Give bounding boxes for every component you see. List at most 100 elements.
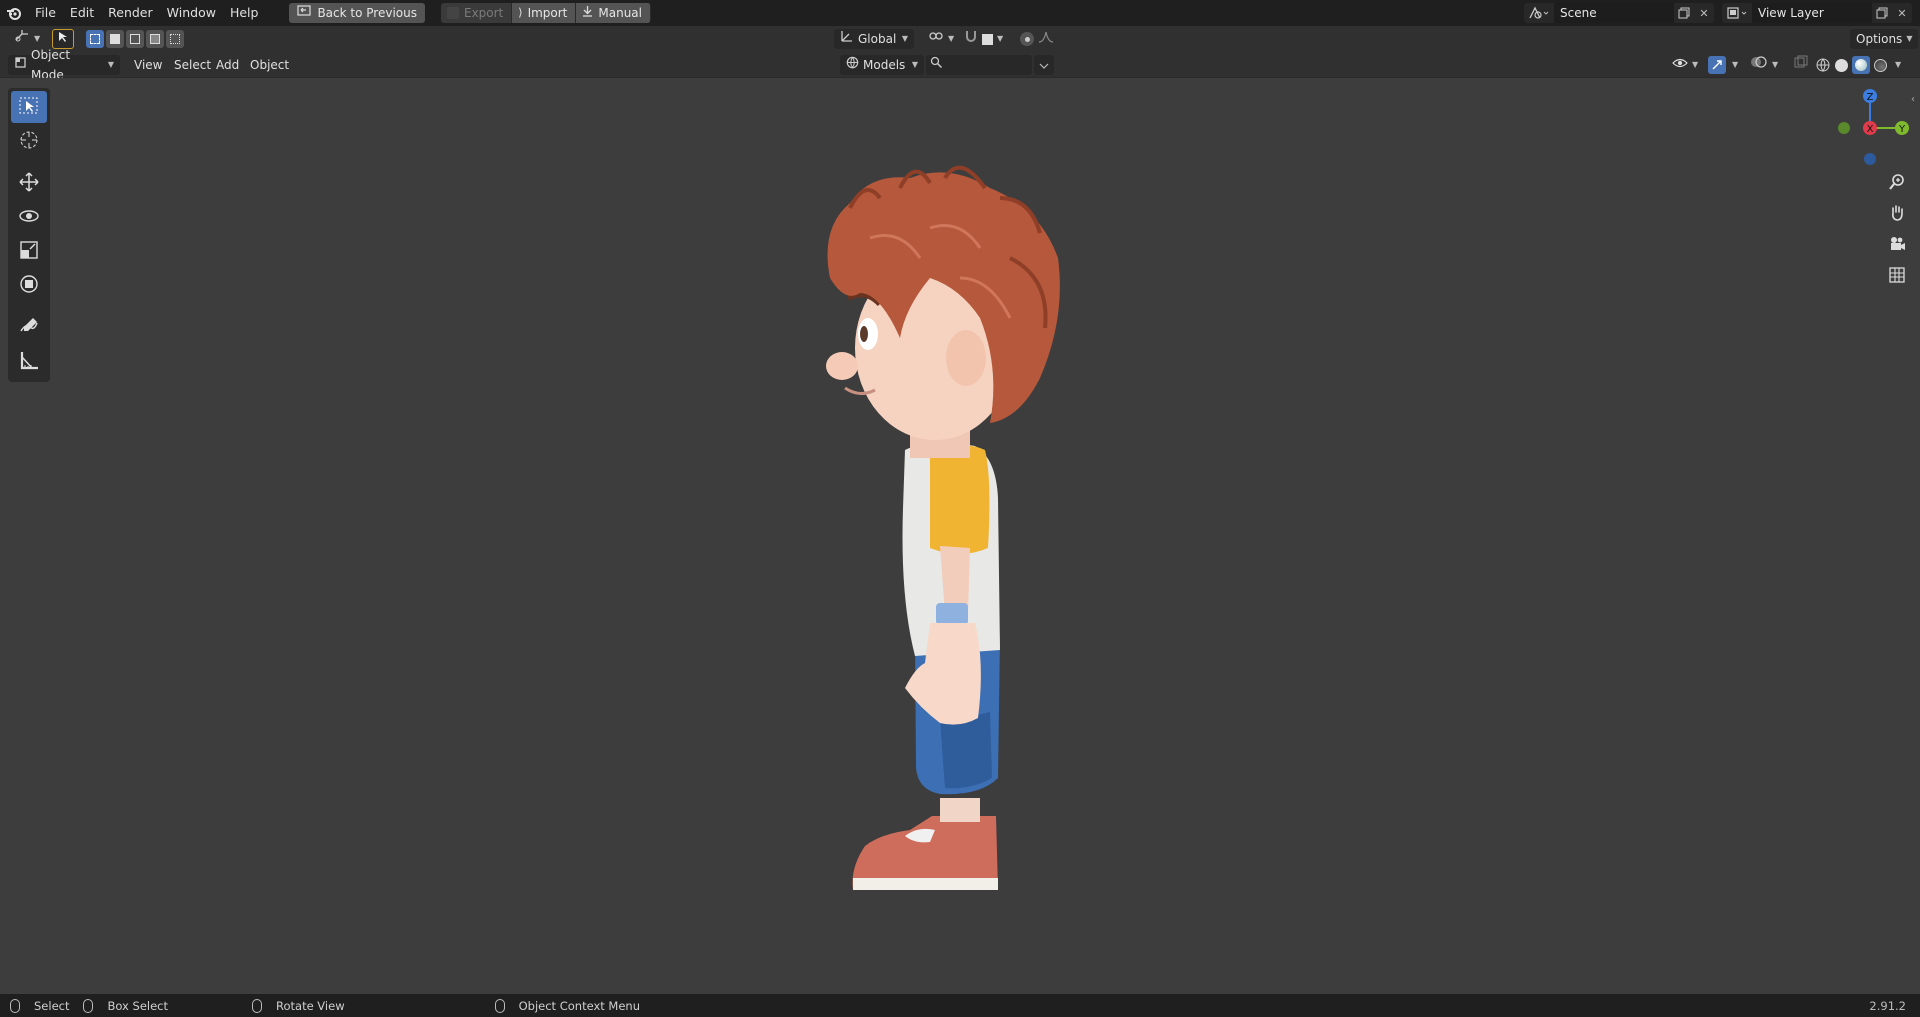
overlay-circles-icon xyxy=(1750,55,1768,75)
chevron-down-icon xyxy=(1039,55,1049,75)
viewport-header: Object Mode ▼ View Select Add Object Mod… xyxy=(0,48,1920,82)
orientation-label: Global xyxy=(858,32,897,46)
menu-file[interactable]: File xyxy=(28,0,63,26)
zoom-button[interactable] xyxy=(1882,168,1912,198)
3d-viewport[interactable] xyxy=(0,78,1920,994)
view-layer-name-field[interactable]: View Layer xyxy=(1752,3,1872,23)
download-icon xyxy=(582,3,593,23)
menu-view[interactable]: View xyxy=(128,55,168,75)
rotate-tool[interactable] xyxy=(11,201,47,233)
grid-icon xyxy=(1888,266,1906,287)
pivot-link-icon xyxy=(928,29,944,49)
chevron-down-icon[interactable]: ▼ xyxy=(1895,55,1901,75)
pan-button[interactable] xyxy=(1882,199,1912,229)
pivot-point-dropdown[interactable]: ▼ xyxy=(922,29,960,49)
falloff-curve-icon xyxy=(1038,29,1054,49)
mode-dropdown[interactable]: Object Mode ▼ xyxy=(8,48,120,82)
ruler-icon xyxy=(18,349,40,374)
material-shading-icon[interactable] xyxy=(1852,56,1870,74)
snap-toggle[interactable]: ▼ xyxy=(958,29,1009,49)
scale-tool[interactable] xyxy=(11,235,47,267)
solid-shading-icon[interactable] xyxy=(1833,57,1850,74)
chevron-down-icon: ▼ xyxy=(948,34,955,43)
new-scene-icon[interactable] xyxy=(1674,3,1694,23)
status-context-menu-label: Object Context Menu xyxy=(518,998,640,1013)
tab-export[interactable]: Export xyxy=(440,3,513,23)
delete-scene-icon[interactable]: ✕ xyxy=(1694,3,1714,23)
options-dropdown[interactable]: Options ▼ xyxy=(1850,29,1919,49)
perspective-toggle-button[interactable] xyxy=(1882,261,1912,291)
menu-edit[interactable]: Edit xyxy=(63,0,101,26)
camera-icon xyxy=(1888,235,1906,256)
gizmo-icon xyxy=(1708,56,1726,74)
move-tool[interactable] xyxy=(11,167,47,199)
export-icon xyxy=(446,7,459,19)
chevron-down-icon: ▼ xyxy=(1692,60,1699,69)
navigation-gizmo[interactable]: Z X Y xyxy=(1830,88,1910,168)
proportional-editing-toggle[interactable] xyxy=(1014,29,1060,49)
zoom-magnifier-icon xyxy=(1888,173,1906,194)
select-intersect-icon[interactable] xyxy=(166,30,184,48)
import-icon: ⟩ xyxy=(518,6,523,19)
select-invert-icon[interactable] xyxy=(146,30,164,48)
rotate-icon xyxy=(18,205,40,230)
scene-name-field[interactable]: Scene xyxy=(1554,3,1674,23)
tool-settings-header: ▼ Global ▼ ▼ ▼ Options ▼ xyxy=(0,26,1920,52)
filter-dropdown[interactable] xyxy=(1034,55,1054,75)
object-mode-icon xyxy=(14,55,27,75)
screen-back-icon xyxy=(297,3,312,23)
select-subtract-icon[interactable] xyxy=(126,30,144,48)
new-view-layer-icon[interactable] xyxy=(1872,3,1892,23)
transform-orientation-dropdown[interactable]: Global ▼ xyxy=(834,29,914,49)
view-layer-browse-icon[interactable] xyxy=(1722,3,1752,23)
select-box-tool[interactable] xyxy=(11,91,47,123)
visibility-dropdown[interactable]: ▼ xyxy=(1666,55,1704,75)
3d-viewport-icon xyxy=(14,29,30,49)
select-box-icon xyxy=(18,96,40,119)
gizmo-y-label: Y xyxy=(1898,124,1906,135)
status-context-menu: Object Context Menu xyxy=(494,998,640,1013)
blender-logo-icon[interactable] xyxy=(0,0,28,26)
annotate-tool[interactable] xyxy=(11,311,47,343)
rendered-shading-icon[interactable] xyxy=(1872,57,1889,74)
scene-browse-icon[interactable] xyxy=(1524,3,1554,23)
delete-view-layer-icon[interactable]: ✕ xyxy=(1892,3,1912,23)
mouse-right-icon xyxy=(494,998,505,1013)
hand-icon xyxy=(1888,204,1906,225)
back-to-previous-button[interactable]: Back to Previous xyxy=(289,3,425,23)
xray-toggle[interactable] xyxy=(1788,55,1814,75)
search-field[interactable] xyxy=(926,55,1032,75)
menu-render[interactable]: Render xyxy=(101,0,160,26)
gizmo-toggle[interactable]: ▼ xyxy=(1702,55,1744,75)
overlays-toggle[interactable]: ▼ xyxy=(1744,55,1784,75)
xray-icon xyxy=(1794,55,1808,75)
collection-label: Models xyxy=(863,58,906,72)
menu-add[interactable]: Add xyxy=(210,55,245,75)
mouse-left-icon xyxy=(10,998,20,1013)
wireframe-shading-icon[interactable] xyxy=(1814,57,1831,74)
chevron-down-icon: ▼ xyxy=(1772,60,1779,69)
status-box-select-label: Box Select xyxy=(107,998,168,1013)
version-label: 2.91.2 xyxy=(1869,998,1906,1013)
sidebar-expand-icon[interactable]: ‹ xyxy=(1911,94,1915,105)
measure-tool[interactable] xyxy=(11,345,47,377)
status-select: Select xyxy=(10,998,70,1013)
tab-import[interactable]: ⟩ Import xyxy=(512,3,577,23)
transform-tool[interactable] xyxy=(11,269,47,301)
menu-object[interactable]: Object xyxy=(244,55,295,75)
select-extend-icon[interactable] xyxy=(106,30,124,48)
collection-dropdown[interactable]: Models ▼ xyxy=(840,55,924,75)
search-icon xyxy=(930,55,943,75)
chevron-down-icon: ▼ xyxy=(1732,60,1739,69)
camera-view-button[interactable] xyxy=(1882,230,1912,260)
status-select-label: Select xyxy=(34,998,70,1013)
move-arrows-icon xyxy=(18,171,40,196)
tab-export-label: Export xyxy=(463,6,504,20)
cursor-tool[interactable] xyxy=(11,125,47,157)
chevron-down-icon: ▼ xyxy=(997,34,1004,43)
tab-manual[interactable]: Manual xyxy=(576,3,651,23)
menu-help[interactable]: Help xyxy=(223,0,266,26)
gizmo-x-label: X xyxy=(1867,124,1874,135)
menu-window[interactable]: Window xyxy=(160,0,223,26)
chevron-down-icon: ▼ xyxy=(1906,34,1913,43)
